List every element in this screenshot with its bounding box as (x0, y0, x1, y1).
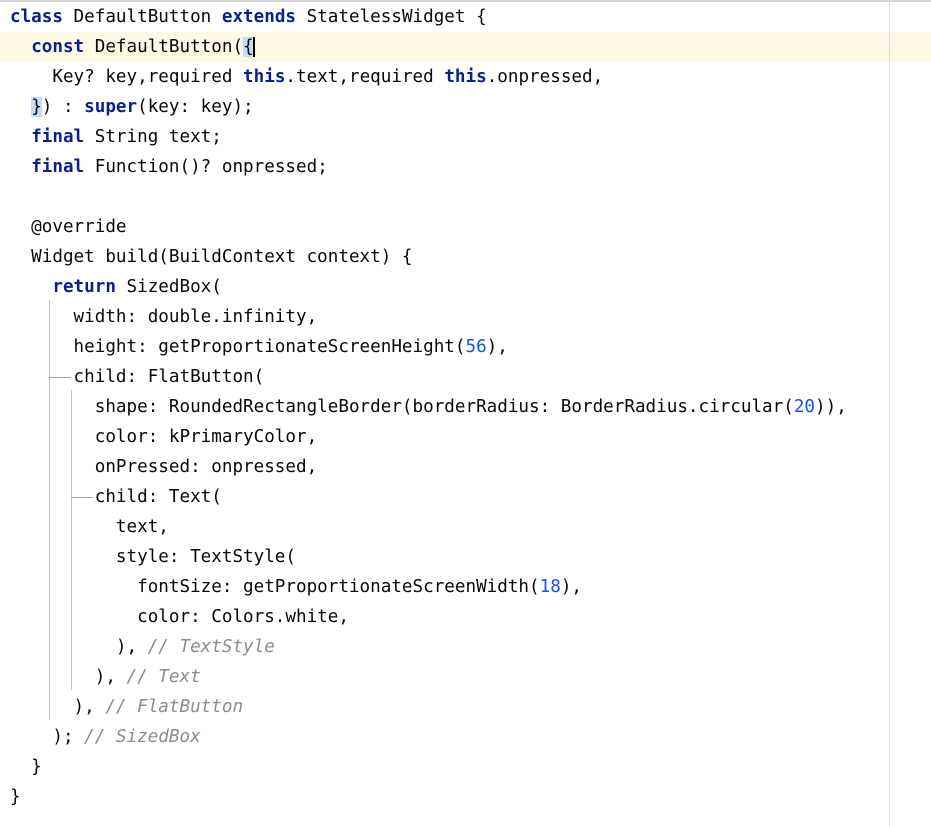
code-line[interactable]: return SizedBox( (10, 272, 222, 302)
code-token: .text,required (285, 67, 445, 87)
code-token: text, (10, 517, 169, 537)
code-line[interactable]: ), // Text (10, 662, 201, 692)
code-brace-match: } (31, 97, 42, 117)
code-line[interactable]: child: Text( (10, 482, 222, 512)
code-line[interactable]: } (10, 752, 42, 782)
code-line[interactable]: color: Colors.white, (10, 602, 349, 632)
code-keyword: this (243, 67, 286, 87)
code-comment: // FlatButton (105, 697, 244, 717)
code-token: child: FlatButton( (10, 367, 265, 387)
code-token: onPressed: onpressed, (10, 457, 318, 477)
code-token: DefaultButton (62, 7, 222, 27)
code-line[interactable]: class DefaultButton extends StatelessWid… (10, 2, 487, 32)
code-token: String text; (84, 127, 222, 147)
code-line[interactable]: Widget build(BuildContext context) { (10, 242, 413, 272)
code-comment: // Text (126, 667, 201, 687)
code-line[interactable]: shape: RoundedRectangleBorder(borderRadi… (10, 392, 847, 422)
code-number: 20 (793, 397, 816, 417)
code-token: ), (10, 697, 106, 717)
code-line[interactable]: Key? key,required this.text,required thi… (10, 62, 603, 92)
code-keyword: final (31, 157, 85, 177)
code-token: color: kPrimaryColor, (10, 427, 318, 447)
code-number: 18 (539, 577, 561, 597)
text-caret (252, 37, 255, 57)
code-token: ), (486, 337, 508, 357)
code-comment: // SizedBox (84, 727, 201, 747)
code-token: fontSize: getProportionateScreenWidth( (10, 577, 540, 597)
code-line[interactable]: ), // FlatButton (10, 692, 244, 722)
code-editor[interactable]: class DefaultButton extends StatelessWid… (0, 0, 931, 826)
code-keyword: const (31, 37, 85, 57)
code-token: Key? key,required (10, 67, 244, 87)
code-line[interactable]: text, (10, 512, 169, 542)
code-line[interactable]: final Function()? onpressed; (10, 152, 328, 182)
code-token: ), (10, 637, 148, 657)
code-line[interactable]: width: double.infinity, (10, 302, 318, 332)
code-token: Function()? onpressed; (84, 157, 328, 177)
code-keyword: class (10, 7, 63, 27)
code-line[interactable]: style: TextStyle( (10, 542, 296, 572)
code-token: StatelessWidget { (296, 7, 487, 27)
code-line[interactable]: @override (10, 212, 127, 242)
code-token: ), (560, 577, 582, 597)
code-line[interactable]: ); // SizedBox (10, 722, 201, 752)
code-token: height: getProportionateScreenHeight( (10, 337, 466, 357)
code-keyword: extends (221, 7, 297, 27)
code-token: } (10, 757, 42, 777)
code-line[interactable]: final String text; (10, 122, 222, 152)
code-line[interactable]: onPressed: onpressed, (10, 452, 317, 482)
code-token: .onpressed, (486, 67, 604, 87)
code-comment: // TextStyle (147, 637, 275, 657)
code-token: width: double.infinity, (10, 307, 318, 327)
code-line[interactable]: height: getProportionateScreenHeight(56)… (10, 332, 508, 362)
right-margin-guide (889, 0, 890, 826)
code-line[interactable]: color: kPrimaryColor, (10, 422, 317, 452)
code-token: shape: RoundedRectangleBorder(borderRadi… (10, 397, 794, 417)
code-token: @override (10, 217, 127, 237)
code-token: } (10, 787, 21, 807)
code-line[interactable]: child: FlatButton( (10, 362, 265, 392)
code-line[interactable]: fontSize: getProportionateScreenWidth(18… (10, 572, 582, 602)
code-token: child: Text( (10, 487, 222, 507)
code-line[interactable]: ), // TextStyle (10, 632, 275, 662)
code-token: )), (815, 397, 847, 417)
code-token: ); (10, 727, 85, 747)
code-token: style: TextStyle( (10, 547, 296, 567)
code-token: ) : (41, 97, 85, 117)
code-token: Widget build(BuildContext context) { (10, 247, 413, 267)
code-keyword: return (52, 277, 116, 297)
code-token: ), (10, 667, 127, 687)
code-keyword: final (31, 127, 85, 147)
code-token: (key: key); (137, 97, 254, 117)
code-number: 56 (465, 337, 487, 357)
code-line[interactable]: } (10, 782, 21, 812)
code-line[interactable]: const DefaultButton({ (10, 32, 255, 62)
code-token: SizedBox( (115, 277, 222, 297)
code-line[interactable]: }) : super(key: key); (10, 92, 254, 122)
code-token: color: Colors.white, (10, 607, 349, 627)
code-keyword: super (84, 97, 138, 117)
code-token: DefaultButton( (84, 37, 244, 57)
code-keyword: this (444, 67, 487, 87)
